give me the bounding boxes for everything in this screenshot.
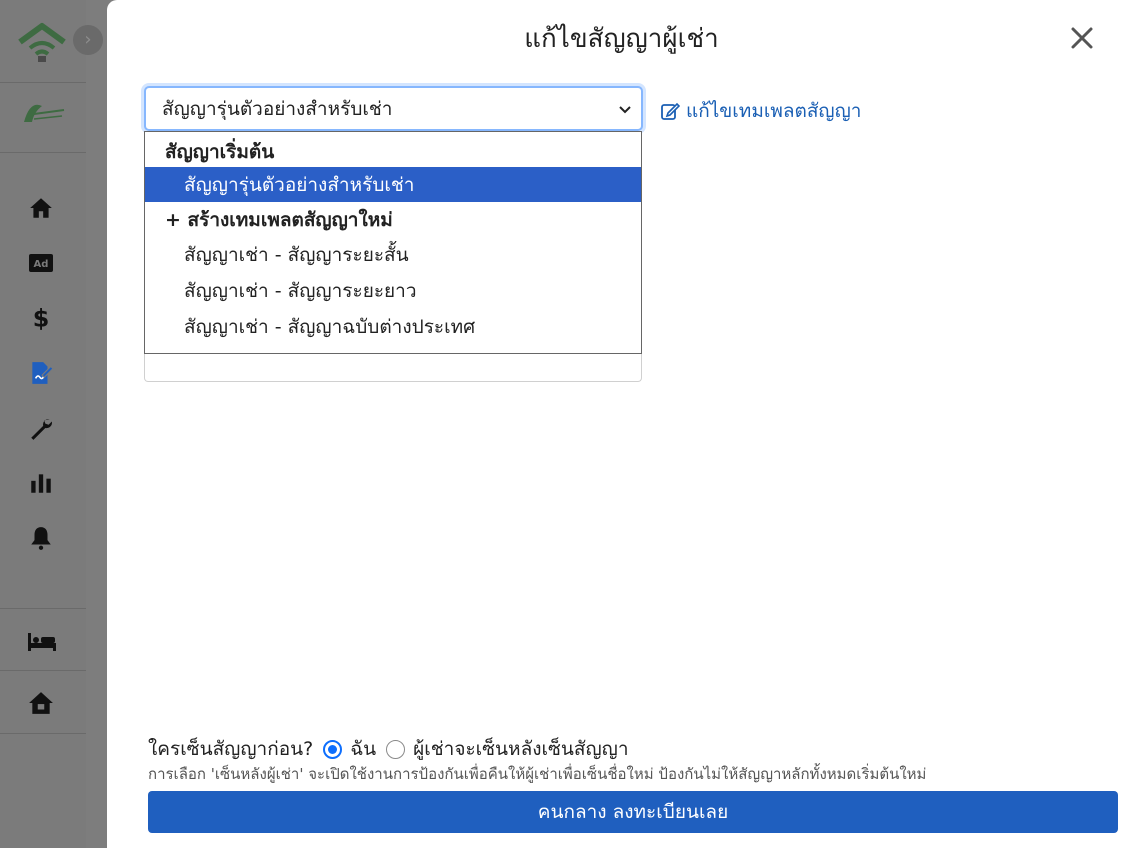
- contract-preview-box: [144, 354, 642, 382]
- home-icon[interactable]: [26, 193, 56, 223]
- chart-icon[interactable]: [26, 468, 56, 498]
- close-icon: [1071, 27, 1093, 49]
- dropdown-option[interactable]: สัญญาเช่า - สัญญาระยะยาว: [145, 273, 641, 308]
- svg-text:$: $: [33, 305, 50, 331]
- divider: [0, 670, 86, 671]
- dropdown-group-label: สัญญาเริ่มต้น: [165, 140, 275, 163]
- close-button[interactable]: [1066, 22, 1098, 54]
- edit-tenant-contract-modal: แก้ไขสัญญาผู้เช่า สัญญารุ่นตัวอย่างสำหรั…: [107, 0, 1136, 848]
- dollar-icon[interactable]: $: [26, 303, 56, 333]
- svg-text:Ad: Ad: [34, 259, 49, 270]
- chevron-down-icon: [619, 106, 631, 114]
- bell-icon[interactable]: [26, 523, 56, 553]
- contract-icon[interactable]: [26, 358, 56, 388]
- dropdown-option[interactable]: สัญญาเช่า - สัญญาฉบับต่างประเทศ: [145, 309, 641, 344]
- signer-question: ใครเซ็นสัญญาก่อน?: [148, 738, 314, 760]
- wifi-home-logo: [14, 16, 70, 66]
- edit-template-link[interactable]: แก้ไขเทมเพลตสัญญา: [660, 96, 861, 126]
- ad-icon[interactable]: Ad: [26, 248, 56, 278]
- divider: [0, 82, 86, 83]
- modal-title: แก้ไขสัญญาผู้เช่า: [524, 24, 719, 54]
- contract-template-select[interactable]: สัญญารุ่นตัวอย่างสำหรับเช่า: [144, 86, 643, 131]
- divider: [0, 608, 86, 609]
- dropdown-option-selected[interactable]: สัญญารุ่นตัวอย่างสำหรับเช่า: [145, 167, 641, 202]
- edit-icon: [661, 102, 680, 120]
- contract-template-dropdown: สัญญาเริ่มต้น สัญญารุ่นตัวอย่างสำหรับเช่…: [144, 131, 642, 354]
- sidebar-collapse-button[interactable]: ›: [73, 25, 103, 55]
- house-icon[interactable]: [26, 688, 56, 718]
- brand-logo: [20, 92, 68, 132]
- radio-me-label: ฉัน: [350, 738, 377, 760]
- wrench-icon[interactable]: [26, 413, 56, 443]
- radio-me[interactable]: [323, 739, 343, 759]
- radio-tenant-label: ผู้เช่าจะเซ็นหลังเซ็นสัญญา: [413, 738, 629, 760]
- sidebar: › Ad $: [0, 0, 103, 848]
- divider: [0, 152, 86, 153]
- signer-order-row: ใครเซ็นสัญญาก่อน? ฉัน ผู้เช่าจะเซ็นหลังเ…: [148, 734, 629, 764]
- dropdown-option[interactable]: สัญญาเช่า - สัญญาระยะสั้น: [145, 237, 641, 272]
- select-value: สัญญารุ่นตัวอย่างสำหรับเช่า: [162, 97, 393, 120]
- bed-icon[interactable]: [24, 626, 60, 656]
- radio-tenant[interactable]: [386, 739, 406, 759]
- divider: [0, 733, 86, 734]
- signer-hint-text: การเลือก 'เซ็นหลังผู้เช่า' จะเปิดใช้งานก…: [148, 765, 927, 783]
- dropdown-create-new-template[interactable]: + สร้างเทมเพลตสัญญาใหม่: [145, 202, 641, 237]
- edit-template-label: แก้ไขเทมเพลตสัญญา: [686, 100, 862, 122]
- submit-button[interactable]: คนกลาง ลงทะเบียนเลย: [148, 791, 1118, 833]
